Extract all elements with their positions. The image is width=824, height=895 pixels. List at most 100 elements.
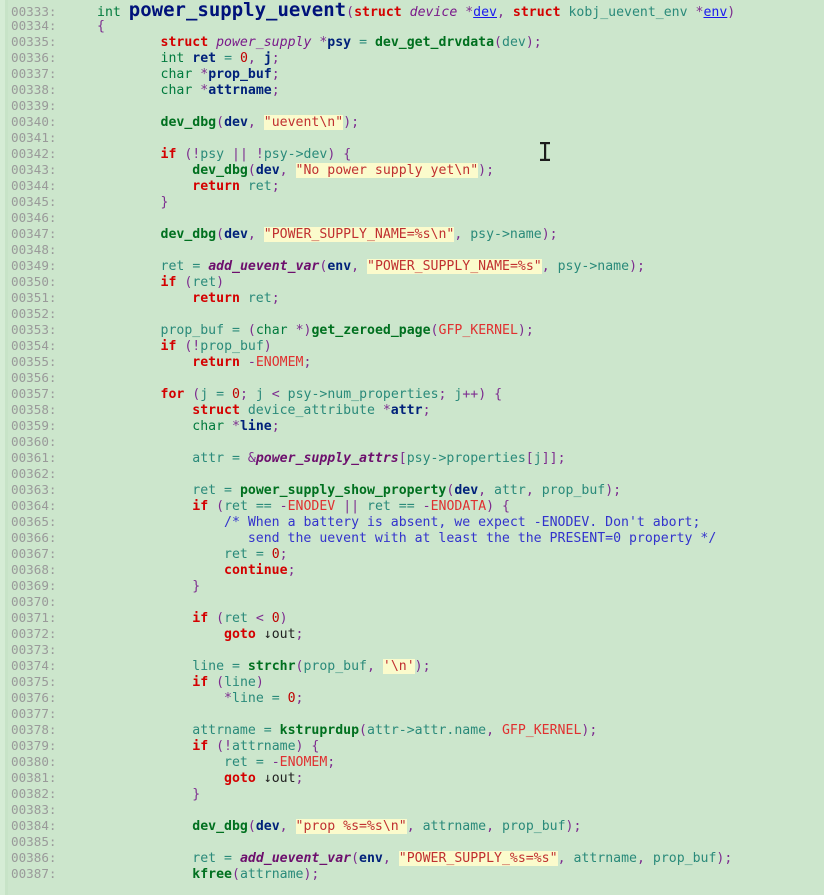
code-line-content: return ret;	[192, 179, 280, 194]
line-number: 00376:	[11, 690, 57, 705]
code-line[interactable]: 00351: return ret;	[0, 290, 824, 306]
line-number: 00354:	[11, 338, 57, 353]
code-line[interactable]: 00382: }	[0, 786, 824, 802]
code-line[interactable]: 00348:	[0, 242, 824, 258]
code-line[interactable]: 00352:	[0, 306, 824, 322]
code-line[interactable]: 00350: if (ret)	[0, 274, 824, 290]
code-line[interactable]: 00364: if (ret == -ENODEV || ret == -ENO…	[0, 498, 824, 514]
code-line[interactable]: 00381: goto ↓out;	[0, 770, 824, 786]
code-line[interactable]: 00360:	[0, 434, 824, 450]
code-line[interactable]: 00345: }	[0, 194, 824, 210]
code-line[interactable]: 00384: dev_dbg(dev, "prop %s=%s\n", attr…	[0, 818, 824, 834]
code-line[interactable]: 00362:	[0, 466, 824, 482]
line-number: 00337:	[11, 66, 57, 81]
code-line[interactable]: 00363: ret = power_supply_show_property(…	[0, 482, 824, 498]
code-line[interactable]: 00385:	[0, 834, 824, 850]
code-line-content: }	[192, 787, 201, 802]
code-line[interactable]: 00336: int ret = 0, j;	[0, 50, 824, 66]
code-line-content: dev_dbg(dev, "No power supply yet\n");	[192, 163, 495, 178]
code-line[interactable]: 00355: return -ENOMEM;	[0, 354, 824, 370]
line-number: 00343:	[11, 162, 57, 177]
line-number: 00370:	[11, 594, 57, 609]
code-line-content: attr = &power_supply_attrs[psy->properti…	[192, 451, 566, 466]
code-line-content: prop_buf = (char *)get_zeroed_page(GFP_K…	[160, 323, 534, 338]
code-line-content: attrname = kstruprdup(attr->attr.name, G…	[192, 723, 598, 738]
code-line[interactable]: 00341:	[0, 130, 824, 146]
code-line[interactable]: 00357: for (j = 0; j < psy->num_properti…	[0, 386, 824, 402]
code-line[interactable]: 00343: dev_dbg(dev, "No power supply yet…	[0, 162, 824, 178]
code-line[interactable]: 00387: kfree(attrname);	[0, 866, 824, 882]
line-number: 00362:	[11, 466, 57, 481]
code-line-content: ret = add_uevent_var(env, "POWER_SUPPLY_…	[192, 851, 733, 866]
code-line[interactable]: 00334: {	[0, 18, 824, 34]
line-number: 00334:	[11, 18, 57, 33]
code-line[interactable]: 00386: ret = add_uevent_var(env, "POWER_…	[0, 850, 824, 866]
code-line[interactable]: 00347: dev_dbg(dev, "POWER_SUPPLY_NAME=%…	[0, 226, 824, 242]
code-line-content: ret = -ENOMEM;	[224, 755, 336, 770]
line-number: 00371:	[11, 610, 57, 625]
line-number: 00357:	[11, 386, 57, 401]
code-line[interactable]: 00379: if (!attrname) {	[0, 738, 824, 754]
code-line[interactable]: 00372: goto ↓out;	[0, 626, 824, 642]
code-line[interactable]: 00337: char *prop_buf;	[0, 66, 824, 82]
code-line[interactable]: 00378: attrname = kstruprdup(attr->attr.…	[0, 722, 824, 738]
code-line[interactable]: 00354: if (!prop_buf)	[0, 338, 824, 354]
code-line[interactable]: 00339:	[0, 98, 824, 114]
code-line-content: char *attrname;	[160, 83, 280, 98]
code-line[interactable]: 00342: if (!psy || !psy->dev) {	[0, 146, 824, 162]
code-line[interactable]: 00369: }	[0, 578, 824, 594]
code-line[interactable]: 00380: ret = -ENOMEM;	[0, 754, 824, 770]
code-line-content: struct power_supply *psy = dev_get_drvda…	[160, 35, 542, 50]
code-line[interactable]: 00366: send the uevent with at least the…	[0, 530, 824, 546]
code-line-content: char *prop_buf;	[160, 67, 280, 82]
code-line[interactable]: 00367: ret = 0;	[0, 546, 824, 562]
code-line-content: if (line)	[192, 675, 264, 690]
line-number: 00374:	[11, 658, 57, 673]
code-line[interactable]: 00374: line = strchr(prop_buf, '\n');	[0, 658, 824, 674]
line-number: 00341:	[11, 130, 57, 145]
code-line[interactable]: 00335: struct power_supply *psy = dev_ge…	[0, 34, 824, 50]
line-number: 00369:	[11, 578, 57, 593]
line-number: 00387:	[11, 866, 57, 881]
line-number: 00338:	[11, 82, 57, 97]
line-number: 00363:	[11, 482, 57, 497]
code-line[interactable]: 00365: /* When a battery is absent, we e…	[0, 514, 824, 530]
line-number: 00367:	[11, 546, 57, 561]
line-number: 00360:	[11, 434, 57, 449]
code-line-content: kfree(attrname);	[192, 867, 320, 882]
code-line[interactable]: 00349: ret = add_uevent_var(env, "POWER_…	[0, 258, 824, 274]
code-line[interactable]: 00359: char *line;	[0, 418, 824, 434]
code-line[interactable]: 00356:	[0, 370, 824, 386]
line-number: 00347:	[11, 226, 57, 241]
code-line-content: continue;	[224, 563, 296, 578]
code-line[interactable]: 00373:	[0, 642, 824, 658]
code-line[interactable]: 00375: if (line)	[0, 674, 824, 690]
code-line[interactable]: 00377:	[0, 706, 824, 722]
code-line[interactable]: 00346:	[0, 210, 824, 226]
code-line-content: if (!psy || !psy->dev) {	[160, 147, 352, 162]
line-number: 00356:	[11, 370, 57, 385]
code-line[interactable]: 00376: *line = 0;	[0, 690, 824, 706]
code-line[interactable]: 00358: struct device_attribute *attr;	[0, 402, 824, 418]
code-line[interactable]: 00338: char *attrname;	[0, 82, 824, 98]
line-number: 00377:	[11, 706, 57, 721]
code-line-content: int power_supply_uevent(struct device *d…	[97, 0, 736, 21]
code-line-content: }	[160, 195, 169, 210]
source-code-listing[interactable]: 00333: int power_supply_uevent(struct dev…	[0, 0, 824, 883]
code-line[interactable]: 00344: return ret;	[0, 178, 824, 194]
code-line[interactable]: 00368: continue;	[0, 562, 824, 578]
code-line-content: dev_dbg(dev, "POWER_SUPPLY_NAME=%s\n", p…	[160, 227, 558, 242]
line-number: 00380:	[11, 754, 57, 769]
code-line[interactable]: 00353: prop_buf = (char *)get_zeroed_pag…	[0, 322, 824, 338]
code-line[interactable]: 00370:	[0, 594, 824, 610]
code-line[interactable]: 00361: attr = &power_supply_attrs[psy->p…	[0, 450, 824, 466]
code-line[interactable]: 00333: int power_supply_uevent(struct dev…	[0, 0, 824, 21]
code-line[interactable]: 00340: dev_dbg(dev, "uevent\n");	[0, 114, 824, 130]
line-number: 00381:	[11, 770, 57, 785]
line-number: 00352:	[11, 306, 57, 321]
code-line-content: if (ret)	[160, 275, 225, 290]
code-line[interactable]: 00371: if (ret < 0)	[0, 610, 824, 626]
code-line[interactable]: 00383:	[0, 802, 824, 818]
line-number: 00366:	[11, 530, 57, 545]
code-line-content: int ret = 0, j;	[160, 51, 280, 66]
